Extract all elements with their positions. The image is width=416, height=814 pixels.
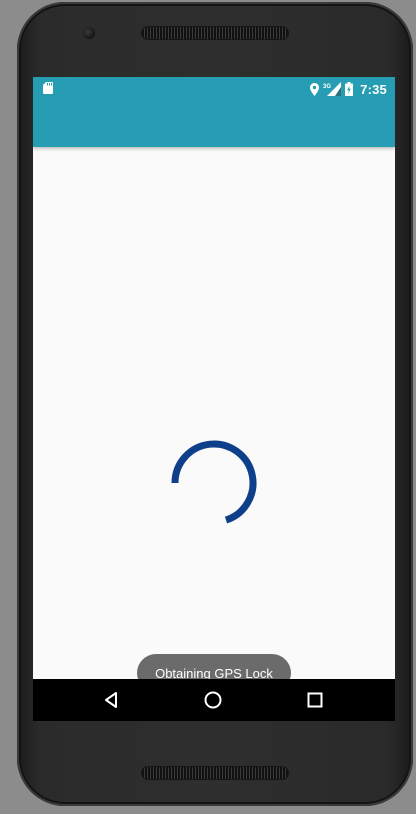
bottom-speaker [142, 767, 288, 779]
earpiece-speaker [142, 27, 288, 39]
network-type-label: 3G [323, 84, 331, 90]
loading-spinner [171, 440, 257, 524]
navigation-bar [33, 679, 395, 721]
back-icon[interactable] [102, 690, 122, 710]
home-icon[interactable] [203, 690, 223, 710]
status-icons: 3G 7:35 [310, 80, 387, 98]
battery-icon [345, 82, 354, 96]
main-content: Obtaining GPS Lock [33, 147, 395, 692]
signal-icon: 3G [323, 82, 342, 96]
status-clock: 7:35 [360, 81, 387, 97]
app-bar [33, 101, 395, 147]
recents-icon[interactable] [305, 690, 325, 710]
location-icon [310, 82, 320, 96]
device-frame-background: 3G 7:35 Obtaining GPS Lock [0, 0, 416, 814]
sd-card-icon [43, 82, 53, 94]
front-camera [83, 27, 95, 39]
device-screen: 3G 7:35 Obtaining GPS Lock [33, 77, 395, 721]
status-bar: 3G 7:35 [33, 77, 395, 101]
